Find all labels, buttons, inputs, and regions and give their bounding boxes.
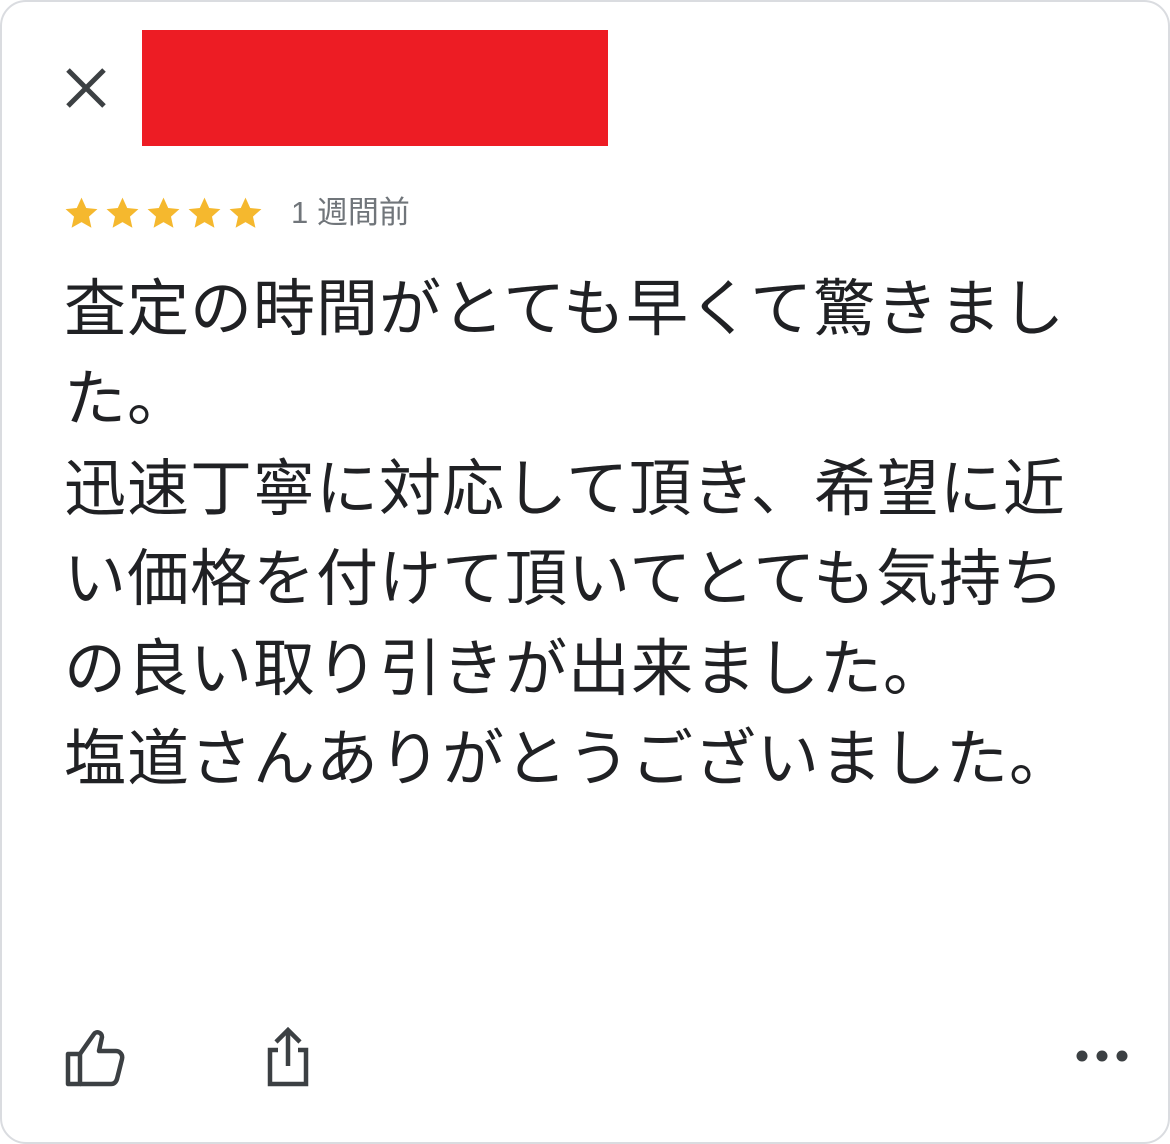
star-icon [103,194,142,233]
more-options-icon [1070,1038,1134,1074]
share-icon [258,1022,318,1090]
more-options-button[interactable] [1070,1038,1134,1074]
close-icon [54,56,118,120]
share-button[interactable] [258,1022,318,1090]
star-icon [144,194,183,233]
star-icon [62,194,101,233]
thumbs-up-icon [62,1024,128,1090]
star-icon [226,194,265,233]
like-button[interactable] [62,1024,128,1090]
review-panel: 1 週間前 査定の時間がとても早くて驚きました。 迅速丁寧に対応して頂き、希望に… [0,0,1170,1144]
star-rating [62,194,265,233]
star-icon [185,194,224,233]
rating-row: 1 週間前 [62,188,410,238]
review-text: 査定の時間がとても早くて驚きました。 迅速丁寧に対応して頂き、希望に近い価格を付… [64,272,1073,795]
review-timestamp: 1 週間前 [291,195,410,230]
close-button[interactable] [54,56,118,120]
redacted-reviewer-name [142,30,608,146]
